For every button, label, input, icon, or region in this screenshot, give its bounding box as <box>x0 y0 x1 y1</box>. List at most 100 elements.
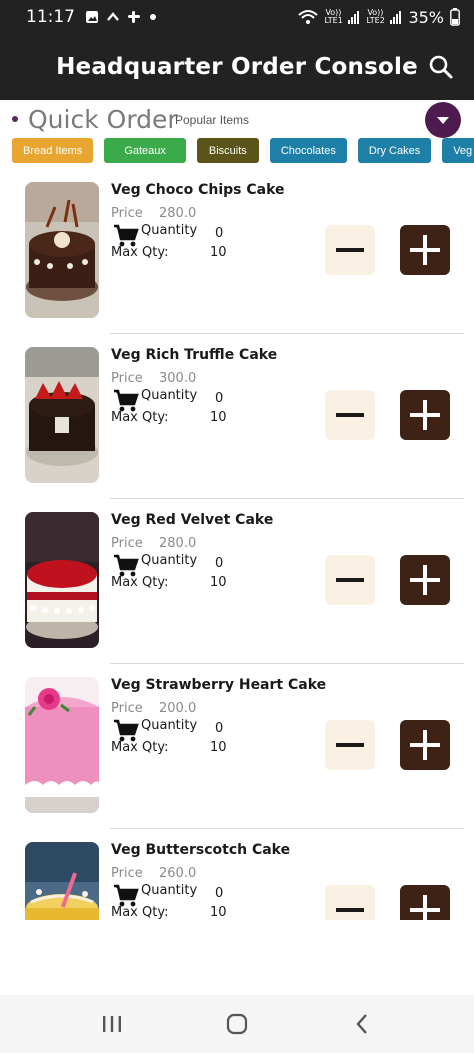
chip-veg-savo[interactable]: Veg Savo <box>442 138 474 163</box>
battery-percent: 35% <box>408 7 444 27</box>
back-icon <box>356 1014 367 1034</box>
product-name: Veg Strawberry Heart Cake <box>111 677 327 693</box>
dot-icon <box>150 14 156 20</box>
increase-button[interactable] <box>400 390 450 440</box>
chip-gateaux[interactable]: Gateaux <box>104 138 186 163</box>
signal-icon <box>390 11 402 24</box>
product-image <box>25 512 99 648</box>
decrease-button[interactable] <box>325 885 375 920</box>
status-left-icons <box>85 10 158 24</box>
product-image <box>25 677 99 813</box>
chip-label: Bread Items <box>23 144 83 157</box>
battery-icon <box>450 8 460 26</box>
max-qty-label: Max Qty: <box>111 245 169 260</box>
max-qty-label: Max Qty: <box>111 575 169 590</box>
decrease-button[interactable] <box>325 555 375 605</box>
product-image <box>25 182 99 318</box>
chip-dry-cakes[interactable]: Dry Cakes <box>357 138 432 163</box>
decrease-button[interactable] <box>325 720 375 770</box>
price-value: 200.0 <box>159 701 197 716</box>
max-qty-value: 10 <box>210 905 227 920</box>
quantity-value: 0 <box>215 391 224 406</box>
chip-chocolates[interactable]: Chocolates <box>269 138 347 163</box>
product-name: Veg Butterscotch Cake <box>111 842 291 858</box>
product-name: Veg Rich Truffle Cake <box>111 347 278 363</box>
quantity-label: Quantity <box>141 883 198 898</box>
minus-icon <box>336 248 364 252</box>
chip-label: Biscuits <box>208 144 247 157</box>
wifi-icon <box>298 10 319 24</box>
price-label: Price <box>111 371 143 386</box>
divider <box>110 663 464 664</box>
quantity-label: Quantity <box>141 223 198 238</box>
quick-order-title: Quick Order <box>28 105 178 134</box>
minus-icon <box>336 413 364 417</box>
price-value: 300.0 <box>159 371 197 386</box>
product-image <box>25 347 99 483</box>
max-qty-value: 10 <box>210 245 227 260</box>
category-dropdown-button[interactable] <box>425 102 461 138</box>
minus-icon <box>336 578 364 582</box>
page-title: Headquarter Order Console <box>56 54 418 80</box>
divider <box>110 828 464 829</box>
chip-label: Gateaux <box>124 144 166 157</box>
list-item: Veg Choco Chips Cake Price 280.0 Quantit… <box>0 172 474 337</box>
price-label: Price <box>111 536 143 551</box>
home-button[interactable] <box>217 1004 257 1044</box>
decrease-button[interactable] <box>325 390 375 440</box>
minus-icon <box>336 743 364 747</box>
max-qty-value: 10 <box>210 575 227 590</box>
slack-icon <box>128 11 140 23</box>
gallery-icon <box>86 11 98 23</box>
plus-icon <box>410 730 440 760</box>
decrease-button[interactable] <box>325 225 375 275</box>
app-header: Headquarter Order Console <box>0 34 474 100</box>
quantity-label: Quantity <box>141 388 198 403</box>
caret-down-icon <box>437 116 449 124</box>
max-qty-label: Max Qty: <box>111 410 169 425</box>
bullet-icon <box>12 116 18 122</box>
recents-button[interactable] <box>92 1004 132 1044</box>
plus-icon <box>410 895 440 920</box>
increase-button[interactable] <box>400 720 450 770</box>
quick-order-row: Quick Order Popular Items <box>0 100 474 138</box>
chip-label: Dry Cakes <box>368 144 421 157</box>
increase-button[interactable] <box>400 225 450 275</box>
product-name: Veg Choco Chips Cake <box>111 182 285 198</box>
back-button[interactable] <box>342 1004 382 1044</box>
max-qty-label: Max Qty: <box>111 740 169 755</box>
product-list[interactable]: Veg Choco Chips Cake Price 280.0 Quantit… <box>0 172 474 920</box>
minus-icon <box>336 908 364 912</box>
quantity-label: Quantity <box>141 718 198 733</box>
max-qty-label: Max Qty: <box>111 905 169 920</box>
quantity-value: 0 <box>215 556 224 571</box>
chip-bread-items[interactable]: Bread Items <box>12 138 94 163</box>
status-right: Vo)) LTE1 Vo)) LTE2 35% <box>298 8 460 27</box>
price-value: 280.0 <box>159 206 197 221</box>
divider <box>110 333 464 334</box>
price-label: Price <box>111 701 143 716</box>
search-button[interactable] <box>426 52 456 82</box>
increase-button[interactable] <box>400 555 450 605</box>
plus-icon <box>410 400 440 430</box>
max-qty-value: 10 <box>210 410 227 425</box>
sim2-label: Vo)) LTE2 <box>366 8 385 25</box>
quantity-label: Quantity <box>141 553 198 568</box>
price-label: Price <box>111 866 143 881</box>
increase-button[interactable] <box>400 885 450 920</box>
price-value: 280.0 <box>159 536 197 551</box>
system-nav-bar <box>0 995 474 1053</box>
list-item: Veg Red Velvet Cake Price 280.0 Quantity… <box>0 502 474 667</box>
status-bar: 11:17 Vo)) LTE1 Vo)) LTE2 35% <box>0 0 474 34</box>
divider <box>110 498 464 499</box>
quantity-value: 0 <box>215 886 224 901</box>
recents-icon <box>103 1016 122 1032</box>
list-item: Veg Rich Truffle Cake Price 300.0 Quanti… <box>0 337 474 502</box>
list-item: Veg Strawberry Heart Cake Price 200.0 Qu… <box>0 667 474 832</box>
chip-biscuits[interactable]: Biscuits <box>196 138 259 163</box>
max-qty-value: 10 <box>210 740 227 755</box>
plus-icon <box>410 235 440 265</box>
category-chips: Bread Items Gateaux Biscuits Chocolates … <box>12 138 474 164</box>
quick-order-subtitle: Popular Items <box>175 113 250 127</box>
quantity-value: 0 <box>215 721 224 736</box>
